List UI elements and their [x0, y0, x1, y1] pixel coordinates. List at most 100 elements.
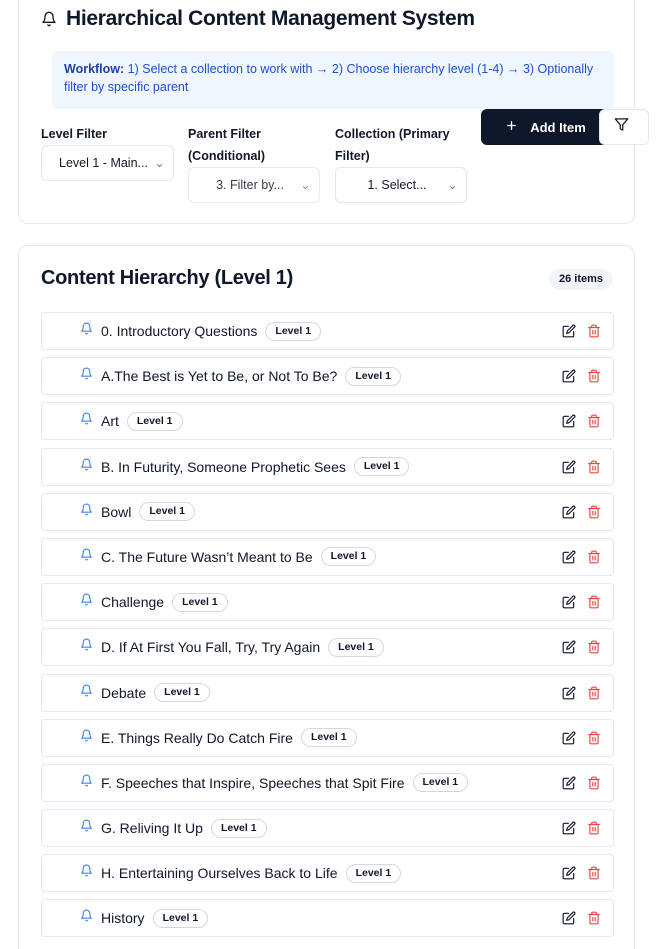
- level-badge: Level 1: [265, 321, 322, 341]
- edit-icon[interactable]: [562, 866, 576, 880]
- page-header: Hierarchical Content Management System: [41, 7, 475, 31]
- item-name: G. Reliving It Up: [101, 820, 203, 837]
- edit-icon[interactable]: [562, 414, 576, 428]
- item-name: H. Entertaining Ourselves Back to Life: [101, 865, 338, 882]
- bell-icon: [80, 548, 93, 566]
- bell-icon: [80, 864, 93, 882]
- list-item[interactable]: Art Level 1: [41, 402, 614, 441]
- trash-icon[interactable]: [587, 460, 601, 474]
- level-badge: Level 1: [345, 863, 402, 883]
- workflow-text: 1) Select a collection to work with → 2)…: [64, 62, 594, 94]
- list-item[interactable]: Debate Level 1: [41, 673, 614, 712]
- item-name: E. Things Really Do Catch Fire: [101, 729, 293, 746]
- hierarchy-list: 0. Introductory Questions Level 1 A.The Be…: [41, 312, 614, 945]
- level-badge: Level 1: [328, 637, 384, 657]
- chevron-down-icon: [448, 181, 457, 195]
- list-item[interactable]: E. Things Really Do Catch Fire Level 1: [41, 718, 614, 757]
- level-filter-value: Level 1 - Main...: [59, 156, 148, 170]
- bell-icon: [80, 458, 93, 476]
- edit-icon[interactable]: [562, 550, 576, 564]
- list-item[interactable]: A.The Best is Yet to Be, or Not To Be? Le…: [41, 357, 614, 396]
- list-item[interactable]: D. If At First You Fall, Try, Try Again L…: [41, 628, 614, 667]
- trash-icon[interactable]: [587, 866, 601, 880]
- add-item-button[interactable]: Add Item: [481, 109, 610, 145]
- edit-icon[interactable]: [562, 505, 576, 519]
- parent-filter-select[interactable]: 3. Filter by...: [188, 167, 320, 203]
- bell-icon: [80, 819, 93, 837]
- edit-icon[interactable]: [562, 369, 576, 383]
- level-filter-select[interactable]: Level 1 - Main...: [41, 145, 174, 181]
- trash-icon[interactable]: [587, 821, 601, 835]
- edit-icon[interactable]: [562, 640, 576, 654]
- level-badge: Level 1: [210, 818, 267, 838]
- item-name: C. The Future Wasn’t Meant to Be: [101, 548, 313, 565]
- level-badge: Level 1: [345, 366, 401, 386]
- collection-filter-value: 1. Select...: [367, 178, 427, 192]
- chevron-down-icon: [301, 181, 310, 195]
- edit-icon[interactable]: [562, 686, 576, 700]
- item-name: A.The Best is Yet to Be, or Not To Be?: [101, 368, 338, 385]
- trash-icon[interactable]: [587, 505, 601, 519]
- level-badge: Level 1: [353, 457, 410, 477]
- trash-icon[interactable]: [587, 414, 601, 428]
- list-item[interactable]: Challenge Level 1: [41, 583, 614, 622]
- edit-icon[interactable]: [562, 821, 576, 835]
- item-name: F. Speeches that Inspire, Speeches that …: [101, 774, 405, 791]
- collection-filter-label: Collection (Primary Filter): [335, 127, 450, 163]
- hierarchy-card: Content Hierarchy (Level 1) 26 items 0. …: [18, 245, 635, 949]
- list-item[interactable]: G. Reliving It Up Level 1: [41, 809, 614, 848]
- list-item[interactable]: 0. Introductory Questions Level 1: [41, 312, 614, 350]
- bell-icon: [80, 322, 93, 340]
- item-name: Challenge: [101, 594, 165, 611]
- edit-icon[interactable]: [562, 731, 576, 745]
- item-name: D. If At First You Fall, Try, Try Again: [101, 639, 321, 656]
- item-name: Debate: [101, 684, 147, 701]
- list-item[interactable]: C. The Future Wasn’t Meant to Be Level 1: [41, 537, 614, 576]
- level-badge: Level 1: [152, 908, 209, 928]
- trash-icon[interactable]: [587, 369, 601, 383]
- list-item[interactable]: History Level 1: [41, 899, 614, 938]
- edit-icon[interactable]: [562, 595, 576, 609]
- workflow-label: Workflow:: [64, 62, 125, 76]
- item-name: 0. Introductory Questions: [101, 323, 258, 339]
- chevron-down-icon: [155, 159, 164, 173]
- trash-icon[interactable]: [587, 686, 601, 700]
- controls-card: Hierarchical Content Management System W…: [18, 0, 649, 224]
- item-name: History: [101, 910, 145, 927]
- level-filter-label: Level Filter: [41, 127, 107, 141]
- bell-icon: [80, 729, 93, 747]
- level-badge: Level 1: [300, 728, 357, 748]
- trash-icon[interactable]: [587, 640, 601, 654]
- level-badge: Level 1: [139, 502, 195, 522]
- list-item[interactable]: H. Entertaining Ourselves Back to Life Le…: [41, 854, 614, 893]
- bell-icon: [80, 909, 93, 927]
- edit-icon[interactable]: [562, 776, 576, 790]
- level-badge: Level 1: [126, 411, 183, 431]
- trash-icon[interactable]: [587, 550, 601, 564]
- list-item[interactable]: Bowl Level 1: [41, 492, 614, 531]
- bell-icon: [41, 11, 57, 27]
- bell-icon: [80, 367, 93, 385]
- edit-icon[interactable]: [562, 911, 576, 925]
- item-name: B. In Futurity, Someone Prophetic Sees: [101, 458, 346, 475]
- list-item[interactable]: B. In Futurity, Someone Prophetic Sees Le…: [41, 447, 614, 486]
- edit-icon[interactable]: [562, 324, 576, 338]
- trash-icon[interactable]: [587, 595, 601, 609]
- trash-icon[interactable]: [587, 776, 601, 790]
- trash-icon[interactable]: [587, 731, 601, 745]
- page-title: Hierarchical Content Management System: [66, 7, 475, 30]
- bell-icon: [80, 503, 93, 521]
- filter-button[interactable]: [599, 109, 649, 145]
- workflow-hint: Workflow: 1) Select a collection to work…: [52, 51, 614, 109]
- trash-icon[interactable]: [587, 911, 601, 925]
- trash-icon[interactable]: [587, 324, 601, 338]
- item-count-badge: 26 items: [548, 269, 613, 290]
- bell-icon: [80, 412, 93, 430]
- list-item[interactable]: F. Speeches that Inspire, Speeches that …: [41, 763, 614, 802]
- item-name: Bowl: [101, 503, 132, 520]
- parent-filter-label: Parent Filter (Conditional): [188, 127, 266, 163]
- collection-filter-select[interactable]: 1. Select...: [335, 167, 467, 203]
- edit-icon[interactable]: [562, 460, 576, 474]
- plus-icon: [505, 119, 518, 135]
- item-name: Art: [101, 413, 119, 430]
